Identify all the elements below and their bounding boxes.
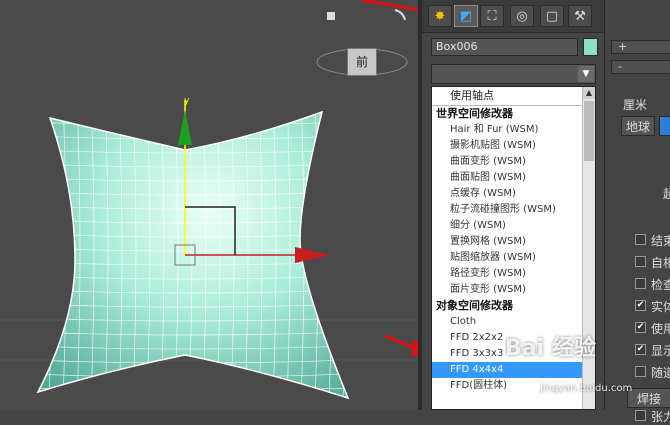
checkbox-label: 随道 xyxy=(651,366,670,380)
selected-toggle[interactable] xyxy=(659,116,670,136)
checkbox[interactable] xyxy=(635,366,646,377)
object-color-swatch[interactable] xyxy=(583,38,598,56)
checkbox[interactable] xyxy=(635,410,646,421)
wireframe-line xyxy=(48,112,53,398)
wireframe-line xyxy=(342,112,347,398)
utilities-tab[interactable]: ⚒ xyxy=(568,5,592,27)
object-name-field[interactable]: Box006 xyxy=(431,38,578,56)
collapse-rollout[interactable]: - xyxy=(611,60,670,74)
checkbox-label: 使用 xyxy=(651,322,670,336)
modifier-list-item[interactable]: Cloth xyxy=(432,314,583,330)
section-label: 超 xyxy=(663,187,670,201)
display-tab[interactable]: ▢ xyxy=(540,5,564,27)
modifier-list-item[interactable]: 置换网格 (WSM) xyxy=(432,234,583,250)
modifier-list-item[interactable]: FFD 4x4x4 xyxy=(432,362,583,378)
hierarchy-tab[interactable]: ⛶ xyxy=(480,5,504,27)
checkbox[interactable] xyxy=(635,278,646,289)
checkbox[interactable] xyxy=(635,234,646,245)
checkbox-label: 检查 xyxy=(651,278,670,292)
y-axis-label: y xyxy=(184,96,190,106)
modifier-list-item[interactable]: 使用轴点 xyxy=(432,87,583,106)
modifier-list-item[interactable]: 贴图缩放器 (WSM) xyxy=(432,250,583,266)
modify-tab[interactable]: ◩ xyxy=(454,5,478,27)
weld-button[interactable]: 焊接 xyxy=(627,388,670,408)
checkbox[interactable]: ✔ xyxy=(635,300,646,311)
chevron-down-icon[interactable]: ▼ xyxy=(578,66,594,82)
modifier-list-item[interactable]: 细分 (WSM) xyxy=(432,218,583,234)
modifier-category-header: 世界空间修改器 xyxy=(436,107,513,120)
viewcube-front-face[interactable]: 前 xyxy=(347,48,377,76)
watermark-brand: Bai 经验 xyxy=(505,336,596,361)
display-icon: ▢ xyxy=(545,8,559,24)
modifier-list-item[interactable]: Hair 和 Fur (WSM) xyxy=(432,122,583,138)
expand-rollout[interactable]: + xyxy=(611,40,670,54)
motion-icon: ◎ xyxy=(516,8,528,24)
modifier-list-item[interactable]: 曲面变形 (WSM) xyxy=(432,154,583,170)
modifier-list-item[interactable]: 点缓存 (WSM) xyxy=(432,186,583,202)
modifier-list-item[interactable]: 粒子流碰撞图形 (WSM) xyxy=(432,202,583,218)
perspective-viewport[interactable]: y 前 xyxy=(0,0,418,410)
wireframe-line xyxy=(38,112,39,398)
wireframe-line xyxy=(30,108,350,111)
world-button[interactable]: 地球 xyxy=(621,116,655,136)
command-panel-tabs: ✸ ◩ ⛶ ◎ ▢ ⚒ xyxy=(422,0,604,33)
create-tab[interactable]: ✸ xyxy=(428,5,452,27)
wireframe-line xyxy=(38,387,348,392)
checkbox-label: 结束 xyxy=(651,234,670,248)
modify-icon: ◩ xyxy=(459,8,473,24)
utilities-icon: ⚒ xyxy=(574,8,586,24)
checkbox-label: 自相 xyxy=(651,256,670,270)
create-icon: ✸ xyxy=(434,8,446,24)
checkbox[interactable] xyxy=(635,256,646,267)
checkbox[interactable]: ✔ xyxy=(635,344,646,355)
scrollbar-thumb[interactable] xyxy=(584,101,594,161)
wireframe-line xyxy=(30,402,350,405)
modifier-category-header: 对象空间修改器 xyxy=(436,299,513,312)
right-rollout-panel: + - 厘米 地球 超 结束自相检查✔实体✔使用✔显示随道高级张力 焊接 xyxy=(604,0,670,424)
modifier-list-item[interactable]: 路径变形 (WSM) xyxy=(432,266,583,282)
hierarchy-icon: ⛶ xyxy=(487,8,497,24)
modifier-list-item[interactable]: 面片变形 (WSM) xyxy=(432,282,583,298)
checkbox-label: 实体 xyxy=(651,300,670,314)
modifier-list-dropdown[interactable]: ▼ xyxy=(431,64,596,84)
scroll-up-icon[interactable]: ▲ xyxy=(583,87,595,99)
unit-label: 厘米 xyxy=(623,98,648,112)
watermark-url: jingyan.baidu.com xyxy=(540,383,633,394)
modifier-list-item[interactable]: 摄影机贴图 (WSM) xyxy=(432,138,583,154)
checkbox[interactable]: ✔ xyxy=(635,322,646,333)
checkbox-label: 显示 xyxy=(651,344,670,358)
motion-tab[interactable]: ◎ xyxy=(510,5,534,27)
checkbox-label: 张力 xyxy=(651,410,670,424)
modifier-list-item[interactable]: 曲面贴图 (WSM) xyxy=(432,170,583,186)
